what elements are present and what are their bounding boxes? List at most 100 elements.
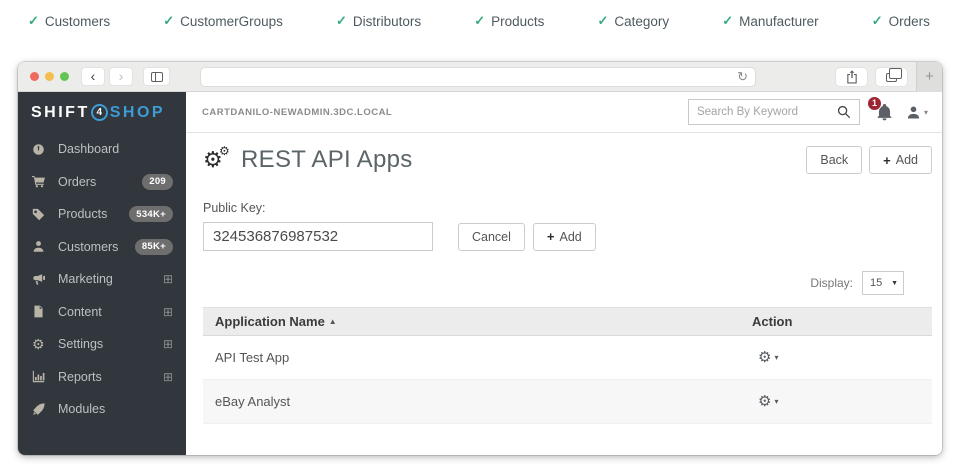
new-tab-button[interactable]: + <box>916 62 942 92</box>
count-badge: 534K+ <box>129 206 173 222</box>
reload-icon[interactable]: ↻ <box>737 70 748 83</box>
sidebar-item-reports[interactable]: Reports⊞ <box>18 361 186 394</box>
select-caret-icon: ▼ <box>891 280 898 287</box>
share-button[interactable] <box>835 67 868 87</box>
table-body: API Test App⚙▾eBay Analyst⚙▾ <box>203 336 932 424</box>
cancel-button[interactable]: Cancel <box>458 223 525 251</box>
plus-icon: + <box>883 154 891 167</box>
chevron-down-icon: ▾ <box>924 108 928 117</box>
table-header-row: Application Name ▲ Action <box>203 307 932 336</box>
action-cell: ⚙▾ <box>752 394 932 409</box>
document-icon <box>32 305 48 318</box>
page-title: REST API Apps <box>241 146 413 174</box>
public-key-input[interactable] <box>203 222 433 251</box>
column-header-application-name[interactable]: Application Name ▲ <box>203 314 752 329</box>
action-cell: ⚙▾ <box>752 350 932 365</box>
gear-icon: ⚙ <box>758 394 771 409</box>
gears-icon: ⚙ <box>32 337 48 351</box>
app-name-cell: API Test App <box>203 350 752 365</box>
sidebar-menu: DashboardOrders209Products534K+Customers… <box>18 133 186 426</box>
expand-plus-icon[interactable]: ⊞ <box>163 273 173 285</box>
sidebar-item-label: Settings <box>58 337 163 351</box>
display-label: Display: <box>810 276 853 290</box>
sidebar-item-customers[interactable]: Customers85K+ <box>18 231 186 264</box>
sidebar-item-orders[interactable]: Orders209 <box>18 166 186 199</box>
status-item-customers: ✓Customers <box>28 13 110 29</box>
check-icon: ✓ <box>28 13 39 29</box>
notification-badge: 1 <box>867 96 882 111</box>
customer-icon <box>32 240 48 253</box>
sidebar-toggle-icon <box>151 72 163 82</box>
notifications-button[interactable]: 1 <box>876 104 893 121</box>
chart-icon <box>32 370 48 383</box>
tags-icon <box>32 208 48 221</box>
admin-topbar: CARTDANILO-NEWADMIN.3DC.LOCAL 1 <box>186 92 942 133</box>
count-badge: 209 <box>142 174 173 190</box>
check-icon: ✓ <box>163 13 174 29</box>
status-item-manufacturer: ✓Manufacturer <box>722 13 818 29</box>
row-action-button[interactable]: ⚙▾ <box>758 350 778 365</box>
browser-toolbar: ‹ › ↻ + <box>18 62 942 92</box>
sidebar-item-label: Marketing <box>58 272 163 286</box>
sidebar-toggle-button[interactable] <box>143 67 170 86</box>
dashboard-icon <box>32 143 48 156</box>
megaphone-icon <box>32 273 48 286</box>
cart-icon <box>32 175 48 188</box>
tabs-icon <box>886 73 897 82</box>
address-bar[interactable]: ↻ <box>200 67 756 87</box>
table-row: eBay Analyst ⚙▾ <box>203 380 932 424</box>
import-status-bar: ✓Customers✓CustomerGroups✓Distributors✓P… <box>0 0 960 42</box>
zoom-window-icon[interactable] <box>60 72 69 81</box>
sidebar-item-label: Content <box>58 305 163 319</box>
forward-nav-button[interactable]: › <box>109 67 133 86</box>
sidebar-item-products[interactable]: Products534K+ <box>18 198 186 231</box>
sidebar-item-content[interactable]: Content⊞ <box>18 296 186 329</box>
close-window-icon[interactable] <box>30 72 39 81</box>
caret-down-icon: ▾ <box>774 353 778 362</box>
gear-icon: ⚙ <box>758 350 771 365</box>
share-icon <box>846 70 858 84</box>
sidebar-item-label: Orders <box>58 175 142 189</box>
account-menu-button[interactable]: ▾ <box>906 105 928 120</box>
tab-overview-button[interactable] <box>875 67 908 87</box>
user-icon <box>906 105 921 120</box>
add-app-button[interactable]: + Add <box>869 146 932 174</box>
sidebar-item-marketing[interactable]: Marketing⊞ <box>18 263 186 296</box>
count-badge: 85K+ <box>135 239 173 255</box>
confirm-add-button[interactable]: + Add <box>533 223 596 251</box>
search-icon[interactable] <box>837 105 851 119</box>
status-item-distributors: ✓Distributors <box>336 13 421 29</box>
status-item-category: ✓Category <box>597 13 669 29</box>
back-nav-button[interactable]: ‹ <box>81 67 105 86</box>
sort-asc-icon: ▲ <box>329 317 337 326</box>
status-item-products: ✓Products <box>474 13 544 29</box>
back-button[interactable]: Back <box>806 146 862 174</box>
expand-plus-icon[interactable]: ⊞ <box>163 371 173 383</box>
sidebar-item-modules[interactable]: Modules <box>18 393 186 426</box>
logo-shop: SHOP <box>110 104 165 122</box>
search-input[interactable] <box>697 106 837 118</box>
keyword-search[interactable] <box>688 99 860 125</box>
sidebar-item-label: Customers <box>58 240 135 254</box>
caret-down-icon: ▾ <box>774 397 778 406</box>
rest-api-gears-icon: ⚙⚙ <box>203 147 233 173</box>
plus-icon: + <box>547 230 555 243</box>
sidebar-item-dashboard[interactable]: Dashboard <box>18 133 186 166</box>
row-action-button[interactable]: ⚙▾ <box>758 394 778 409</box>
display-count-select[interactable]: 15 ▼ <box>862 271 904 295</box>
check-icon: ✓ <box>336 13 347 29</box>
window-controls <box>30 72 69 81</box>
shift4shop-logo[interactable]: SHIFT 4 SHOP <box>18 92 186 133</box>
store-domain: CARTDANILO-NEWADMIN.3DC.LOCAL <box>202 107 392 118</box>
sidebar-item-label: Reports <box>58 370 163 384</box>
check-icon: ✓ <box>872 13 883 29</box>
check-icon: ✓ <box>597 13 608 29</box>
expand-plus-icon[interactable]: ⊞ <box>163 306 173 318</box>
check-icon: ✓ <box>722 13 733 29</box>
expand-plus-icon[interactable]: ⊞ <box>163 338 173 350</box>
sidebar-item-settings[interactable]: ⚙ Settings⊞ <box>18 328 186 361</box>
url-input[interactable] <box>208 71 737 83</box>
check-icon: ✓ <box>474 13 485 29</box>
minimize-window-icon[interactable] <box>45 72 54 81</box>
app-name-cell: eBay Analyst <box>203 394 752 409</box>
